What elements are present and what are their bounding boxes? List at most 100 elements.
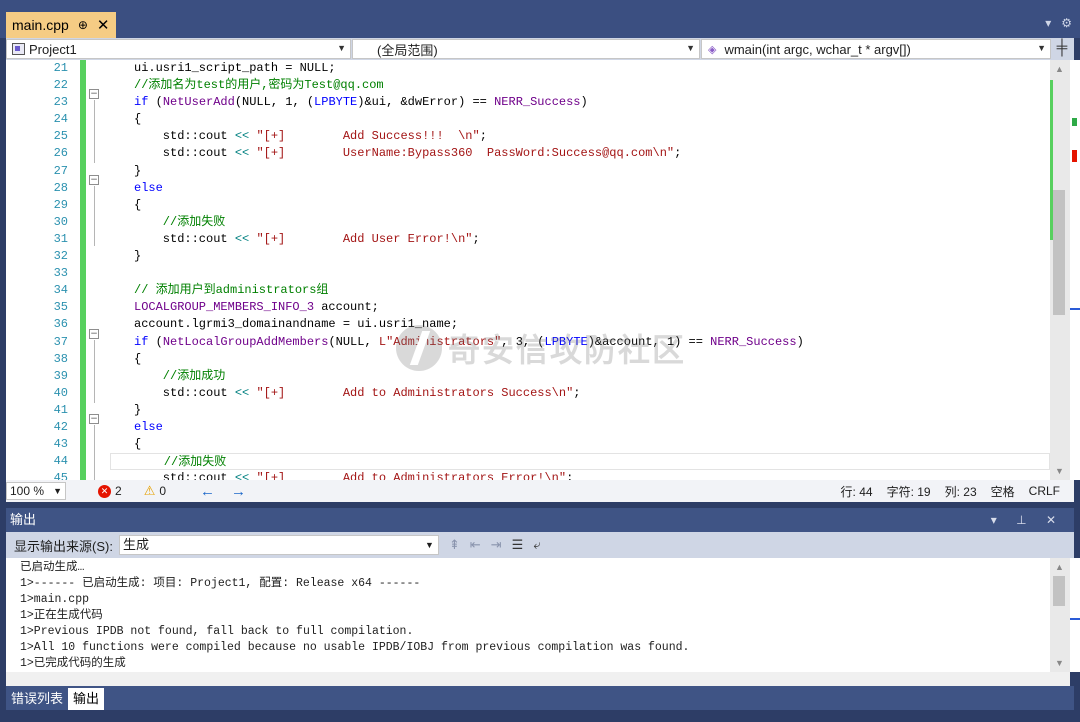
code-line[interactable]: } [110,402,1050,419]
panel-controls[interactable]: ▾ ⊥ ✕ [991,508,1064,532]
code-text[interactable]: ui.usri1_script_path = NULL; //添加名为test的用… [110,60,1050,480]
editor-vertical-scrollbar[interactable]: ▲ ▼ [1050,60,1070,480]
code-line[interactable]: //添加失败 [110,453,1050,471]
pin-icon[interactable]: ⊕ [78,18,88,32]
code-line[interactable]: if (NetUserAdd(NULL, 1, (LPBYTE)&ui, &dw… [110,94,1050,111]
settings-icon[interactable]: ⚙ [1061,16,1072,30]
code-token: << [234,471,257,480]
error-icon[interactable]: ✕ [98,484,111,498]
code-line[interactable]: else [110,419,1050,436]
code-line[interactable]: else [110,180,1050,197]
tab-error-list[interactable]: 错误列表 [6,688,68,710]
scope-dropdown[interactable]: (全局范围) ▼ [352,39,700,59]
code-token: ; [573,385,581,400]
code-line[interactable]: { [110,436,1050,453]
close-tab-icon[interactable]: ✕ [97,18,110,33]
code-line[interactable] [110,265,1050,282]
line-number: 42 [53,419,68,434]
code-token: ; [479,129,487,144]
chevron-down-icon: ▼ [337,43,346,53]
watermark: 奇安信攻防社区 [396,325,686,371]
code-line[interactable]: //添加失败 [110,214,1050,231]
code-line[interactable]: } [110,163,1050,180]
scroll-up-icon[interactable]: ▲ [1055,64,1064,74]
code-line[interactable]: //添加名为test的用户,密码为Test@qq.com [110,77,1050,94]
output-panel-header: 输出 ▾ ⊥ ✕ [6,508,1074,532]
word-wrap-icon[interactable]: ⤶ [533,537,540,553]
tab-output[interactable]: 输出 [68,688,105,710]
collapse-icon[interactable]: − [89,175,99,185]
warning-icon[interactable]: ⚠ [144,483,156,499]
code-editor[interactable]: 21 22 23 24 25 26 27 28 29 30 31 32 33 34 35 36 37 38 39 40… [6,60,1050,480]
zoom-dropdown[interactable]: 100 % ▼ [6,482,66,500]
output-horizontal-scrollbar[interactable] [6,672,1070,686]
code-line[interactable]: std::cout << "[+] Add to Administrators … [110,385,1050,402]
code-token: "[+] Add User Error!\n" [256,231,473,246]
code-line[interactable]: std::cout << "[+] UserName:Bypass360 Pas… [110,145,1050,162]
char-indicator: 字符: 19 [886,484,931,499]
code-line[interactable]: // 添加用户到administrators组 [110,282,1050,299]
code-line[interactable]: } [110,248,1050,265]
tab-list-dropdown-icon[interactable]: ▾ [1045,16,1051,30]
output-line: 1>All 10 functions were compiled because… [20,641,690,654]
line-number: 35 [53,300,68,315]
split-window-icon[interactable]: ╪ [1051,38,1073,60]
line-number: 24 [53,112,68,127]
watermark-text: 奇安信攻防社区 [448,331,687,369]
code-line[interactable]: std::cout << "[+] Add to Administrators … [110,470,1050,480]
code-token: (NULL, [328,334,379,349]
code-line[interactable]: std::cout << "[+] Add Success!!! \n"; [110,128,1050,145]
code-token: { [134,197,142,212]
line-number: 34 [53,283,68,298]
scroll-thumb[interactable] [1053,576,1065,606]
output-text[interactable]: 已启动生成… 1>------ 已启动生成: 项目: Project1, 配置: … [6,558,1050,672]
collapse-icon[interactable]: − [89,329,99,339]
code-token: )&ui, &dwError) == [357,95,495,110]
clear-all-icon[interactable]: ☰ [512,537,524,553]
code-line[interactable]: { [110,197,1050,214]
output-source-dropdown[interactable]: 生成 ▼ [118,535,439,555]
scroll-down-icon[interactable]: ▼ [1055,466,1064,476]
code-token: << [234,385,257,400]
scroll-down-icon[interactable]: ▼ [1055,658,1064,668]
collapse-icon[interactable]: − [89,89,99,99]
chevron-down-icon: ▼ [686,43,695,53]
scroll-thumb[interactable] [1053,190,1065,315]
line-number: 32 [53,249,68,264]
function-dropdown[interactable]: ◈ wmain(int argc, wchar_t * argv[]) ▼ [701,39,1051,59]
code-line[interactable]: ui.usri1_script_path = NULL; [110,60,1050,77]
output-vertical-scrollbar[interactable]: ▲ ▼ [1050,558,1070,672]
find-message-icon[interactable]: ⇞ [449,537,460,553]
navigate-back-icon[interactable]: ← [200,483,215,500]
navigate-forward-icon[interactable]: → [231,483,246,500]
code-line[interactable]: { [110,111,1050,128]
project-dropdown[interactable]: Project1 ▼ [6,39,351,59]
code-token: NERR_Success [710,334,797,349]
warning-count[interactable]: 0 [159,484,166,498]
code-token: LOCALGROUP_MEMBERS_INFO_3 [134,300,322,315]
whitespace-indicator[interactable]: 空格 [991,483,1015,500]
code-line[interactable]: LOCALGROUP_MEMBERS_INFO_3 account; [110,299,1050,316]
scroll-up-icon[interactable]: ▲ [1055,562,1064,572]
code-token: LPBYTE [314,95,358,110]
error-marker [1072,150,1077,162]
code-token: "[+] Add to Administrators Error!\n" [256,471,567,480]
line-ending-indicator[interactable]: CRLF [1029,484,1060,498]
tab-main-cpp[interactable]: main.cpp ⊕ ✕ [6,12,116,38]
previous-message-icon[interactable]: ⇤ [470,537,481,553]
error-count[interactable]: 2 [115,484,122,498]
code-token: ( [155,334,163,349]
code-token: { [134,351,142,366]
function-value: wmain(int argc, wchar_t * argv[]) [724,41,911,57]
code-token: << [234,129,257,144]
line-number: 30 [53,214,68,229]
output-line: 1>Previous IPDB not found, fall back to … [20,625,414,638]
code-token: if [134,334,156,349]
chevron-down-icon: ▼ [425,540,434,550]
code-line[interactable]: std::cout << "[+] Add User Error!\n"; [110,231,1050,248]
collapse-icon[interactable]: − [89,414,99,424]
next-message-icon[interactable]: ⇥ [491,537,502,553]
caret-marker [1070,618,1080,620]
outline-guide [94,186,95,246]
status-strip [0,710,1080,722]
